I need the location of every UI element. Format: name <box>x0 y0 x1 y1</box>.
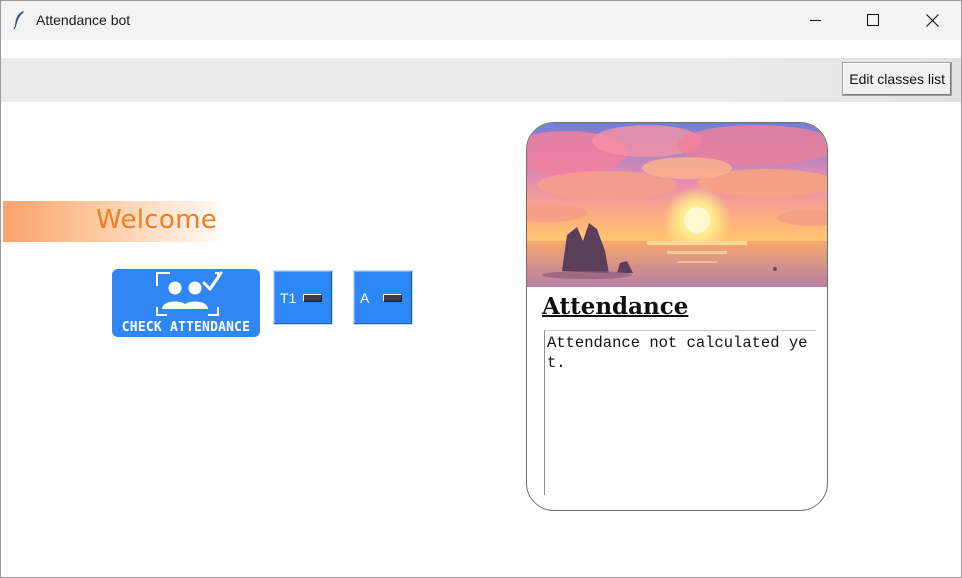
maximize-icon <box>867 14 879 26</box>
welcome-text: Welcome <box>96 205 218 235</box>
attendance-card: Attendance Attendance not calculated yet… <box>526 122 828 511</box>
minimize-button[interactable] <box>787 1 845 39</box>
class-option-menu[interactable]: T1 <box>273 270 333 325</box>
feather-icon <box>13 11 24 30</box>
sunset-sea-image <box>527 123 827 287</box>
window-title: Attendance bot <box>36 12 131 28</box>
card-title: Attendance <box>542 293 689 320</box>
attendance-output-textbox[interactable]: Attendance not calculated yet. <box>544 330 816 495</box>
section-option-menu[interactable]: A <box>353 270 413 325</box>
check-attendance-button[interactable]: CHECK ATTENDANCE <box>112 269 260 337</box>
edit-classes-button[interactable]: Edit classes list <box>842 62 952 96</box>
toolbar: Edit classes list <box>1 58 961 102</box>
maximize-button[interactable] <box>844 1 902 39</box>
close-button[interactable] <box>903 1 961 39</box>
title-bar[interactable]: Attendance bot <box>1 1 961 40</box>
attendance-output-text: Attendance not calculated yet. <box>547 334 808 372</box>
option-indicator-icon <box>383 294 402 302</box>
check-attendance-label: CHECK ATTENDANCE <box>121 320 251 335</box>
close-icon <box>925 13 939 27</box>
class-option-value: T1 <box>280 290 297 306</box>
app-window: Attendance bot Edit classes list Welcome <box>0 0 962 578</box>
users-check-icon <box>156 271 223 316</box>
section-option-value: A <box>360 290 370 306</box>
minimize-icon <box>810 20 821 21</box>
option-indicator-icon <box>303 294 322 302</box>
